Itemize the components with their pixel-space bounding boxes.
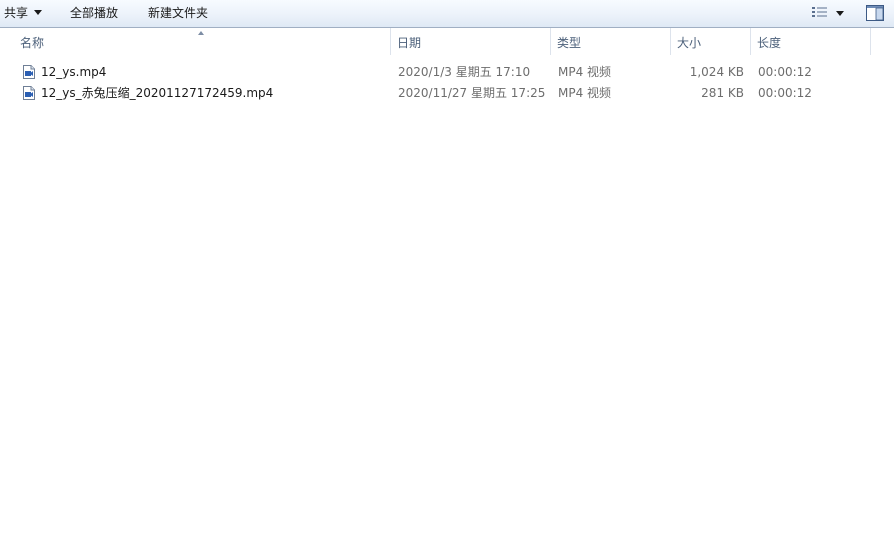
file-row[interactable]: 12_ys_赤兔压缩_20201127172459.mp4 2020/11/27… (0, 83, 894, 104)
preview-pane-icon (866, 5, 884, 21)
column-header-length[interactable]: 长度 (751, 28, 871, 55)
file-type: MP4 视频 (558, 65, 612, 79)
file-length: 00:00:12 (758, 86, 812, 100)
share-label: 共享 (4, 6, 29, 20)
chevron-down-icon (34, 10, 43, 15)
chevron-down-icon (836, 11, 844, 16)
video-file-icon (23, 65, 35, 79)
share-button[interactable]: 共享 (0, 0, 46, 27)
file-date: 2020/11/27 星期五 17:25 (398, 86, 546, 100)
column-header-size[interactable]: 大小 (671, 28, 751, 55)
column-header: 名称 日期 类型 大小 长度 (0, 28, 894, 55)
column-header-date[interactable]: 日期 (391, 28, 551, 55)
new-folder-button[interactable]: 新建文件夹 (144, 0, 212, 27)
file-type: MP4 视频 (558, 86, 612, 100)
play-all-button[interactable]: 全部播放 (66, 0, 122, 27)
explorer-window: 共享 全部播放 新建文件夹 名称 日期 类型 大小 长度 12_ys.mp4 2… (0, 0, 894, 551)
play-all-label: 全部播放 (70, 6, 119, 20)
column-header-type[interactable]: 类型 (551, 28, 671, 55)
preview-pane-button[interactable] (866, 5, 884, 23)
file-size: 281 KB (701, 86, 744, 100)
command-bar: 共享 全部播放 新建文件夹 (0, 0, 894, 28)
file-size: 1,024 KB (689, 65, 744, 79)
video-file-icon (23, 86, 35, 100)
file-name: 12_ys.mp4 (41, 65, 107, 79)
view-options-icon (812, 7, 827, 17)
column-header-name[interactable]: 名称 (14, 28, 391, 55)
file-row[interactable]: 12_ys.mp4 2020/1/3 星期五 17:10 MP4 视频 1,02… (0, 62, 894, 83)
file-name: 12_ys_赤兔压缩_20201127172459.mp4 (41, 86, 274, 100)
new-folder-label: 新建文件夹 (148, 6, 209, 20)
file-date: 2020/1/3 星期五 17:10 (398, 65, 531, 79)
file-length: 00:00:12 (758, 65, 812, 79)
change-view-button[interactable] (810, 5, 850, 23)
